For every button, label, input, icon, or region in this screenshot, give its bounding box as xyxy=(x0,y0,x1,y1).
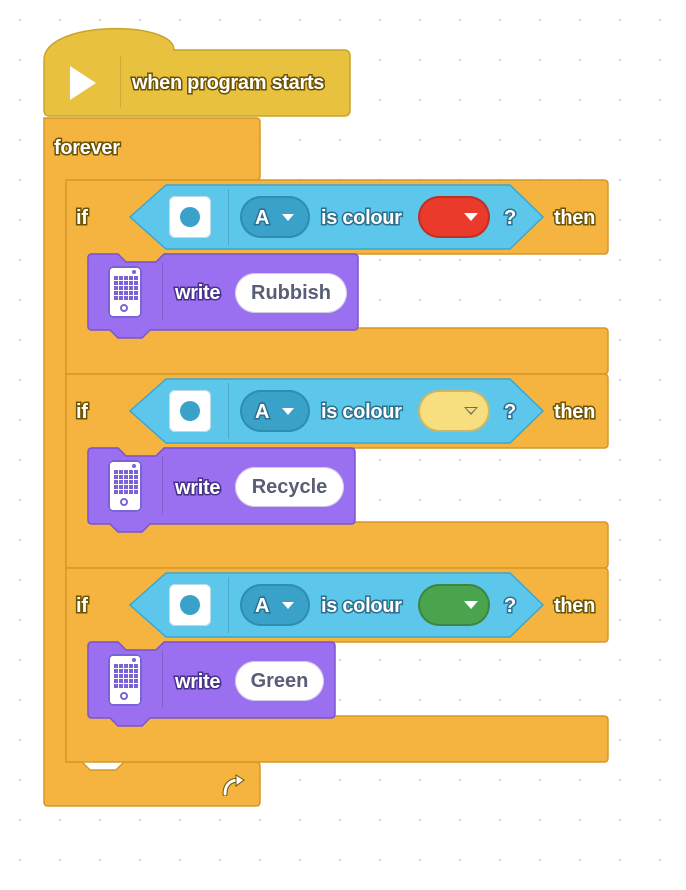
colour-dropdown[interactable] xyxy=(418,196,490,238)
question-mark: ? xyxy=(503,595,518,618)
if-label: if xyxy=(75,401,90,424)
question-mark: ? xyxy=(503,401,518,424)
write-separator xyxy=(162,650,163,708)
then-label: then xyxy=(552,595,596,618)
loop-arrow-icon xyxy=(222,774,245,796)
play-flag-icon xyxy=(70,66,96,100)
chevron-down-icon xyxy=(464,407,478,415)
write-label: write xyxy=(173,282,222,305)
sensor-text: is colour xyxy=(320,595,404,618)
then-label: then xyxy=(552,401,596,424)
write-separator xyxy=(162,456,163,514)
hub-display-icon xyxy=(108,460,142,512)
if-label: if xyxy=(75,595,90,618)
write-text-input[interactable]: Green xyxy=(235,661,324,701)
if-label: if xyxy=(75,207,90,230)
port-dropdown[interactable]: A xyxy=(240,196,310,238)
sensor-text: is colour xyxy=(320,207,404,230)
chevron-down-icon xyxy=(464,213,478,221)
hat-separator xyxy=(120,56,121,108)
chevron-down-icon xyxy=(464,601,478,609)
colour-dropdown[interactable] xyxy=(418,584,490,626)
write-text-input[interactable]: Rubbish xyxy=(235,273,347,313)
colour-sensor-icon xyxy=(169,196,211,238)
hub-display-icon xyxy=(108,654,142,706)
sensor-separator xyxy=(228,577,229,633)
chevron-down-icon xyxy=(282,602,294,609)
colour-sensor-icon xyxy=(169,584,211,626)
forever-label: forever xyxy=(53,137,122,160)
sensor-text: is colour xyxy=(320,401,404,424)
port-dropdown[interactable]: A xyxy=(240,390,310,432)
colour-sensor-icon xyxy=(169,390,211,432)
port-value: A xyxy=(253,400,271,425)
sensor-separator xyxy=(228,383,229,439)
write-text-input[interactable]: Recycle xyxy=(235,467,344,507)
write-label: write xyxy=(173,477,222,500)
hat-label: when program starts xyxy=(130,72,325,95)
port-value: A xyxy=(253,594,271,619)
hub-display-icon xyxy=(108,266,142,318)
write-label: write xyxy=(173,671,222,694)
sensor-separator xyxy=(228,189,229,245)
write-separator xyxy=(162,262,163,320)
port-value: A xyxy=(253,206,271,231)
question-mark: ? xyxy=(503,207,518,230)
chevron-down-icon xyxy=(282,408,294,415)
colour-dropdown[interactable] xyxy=(418,390,490,432)
then-label: then xyxy=(552,207,596,230)
chevron-down-icon xyxy=(282,214,294,221)
block-canvas xyxy=(43,27,609,807)
port-dropdown[interactable]: A xyxy=(240,584,310,626)
